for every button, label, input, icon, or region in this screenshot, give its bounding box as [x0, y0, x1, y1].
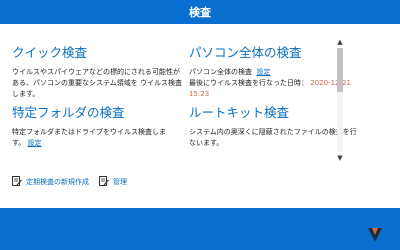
- scrollbar[interactable]: ▲ ▼: [336, 38, 344, 162]
- folder-scan-title[interactable]: 特定フォルダの検査: [12, 102, 182, 121]
- full-scan-description-text: パソコン全体の検査: [189, 68, 252, 76]
- manage-button[interactable]: 管理: [99, 176, 127, 187]
- quick-scan-option[interactable]: クイック検査 ウイルスやスパイウェアなどの標的にされる可能性がある、パソコンの重…: [12, 42, 182, 100]
- scroll-track[interactable]: [337, 48, 343, 152]
- brand-logo-icon: [368, 228, 382, 242]
- quick-scan-description: ウイルスやスパイウェアなどの標的にされる可能性がある、パソコンの重要なシステム領…: [12, 68, 183, 98]
- scroll-up-arrow-icon[interactable]: ▲: [336, 38, 344, 46]
- window-title-text: 検査: [189, 6, 211, 19]
- manage-label[interactable]: 管理: [113, 177, 127, 187]
- full-scan-settings-link[interactable]: 設定: [256, 68, 270, 76]
- document-edit-icon: [12, 176, 22, 186]
- scroll-thumb[interactable]: [337, 48, 343, 92]
- new-schedule-button[interactable]: 定期検査の新規作成: [12, 176, 89, 187]
- last-scan-label: 最後にウイルス検査を行なった日時：: [189, 79, 308, 87]
- bottom-actions: 定期検査の新規作成 管理: [12, 176, 137, 187]
- new-schedule-label[interactable]: 定期検査の新規作成: [26, 177, 89, 187]
- rootkit-scan-description: システム内の奥深くに隠蔽されたファイルの検査を行ないます。: [189, 128, 357, 147]
- rootkit-scan-option[interactable]: ルートキット検査 システム内の奥深くに隠蔽されたファイルの検査を行ないます。: [189, 102, 359, 149]
- full-scan-title[interactable]: パソコン全体の検査: [189, 42, 359, 61]
- full-scan-option[interactable]: パソコン全体の検査 パソコン全体の検査 設定 最後にウイルス検査を行なった日時：…: [189, 42, 359, 100]
- window-title: 検査: [0, 0, 400, 24]
- folder-scan-description: 特定フォルダまたはドライブをウイルス検査します。 設定: [12, 127, 182, 149]
- scan-options: クイック検査 ウイルスやスパイウェアなどの標的にされる可能性がある、パソコンの重…: [0, 24, 372, 208]
- folder-scan-option[interactable]: 特定フォルダの検査 特定フォルダまたはドライブをウイルス検査します。 設定: [12, 102, 182, 149]
- full-scan-description: パソコン全体の検査 設定 最後にウイルス検査を行なった日時： 2020-12-2…: [189, 67, 359, 100]
- folder-scan-settings-link[interactable]: 設定: [28, 139, 42, 147]
- scroll-down-arrow-icon[interactable]: ▼: [336, 154, 344, 162]
- quick-scan-title[interactable]: クイック検査: [12, 42, 182, 61]
- document-edit-icon: [99, 176, 109, 186]
- rootkit-scan-title[interactable]: ルートキット検査: [189, 102, 359, 121]
- scan-panel: クイック検査 ウイルスやスパイウェアなどの標的にされる可能性がある、パソコンの重…: [0, 24, 400, 208]
